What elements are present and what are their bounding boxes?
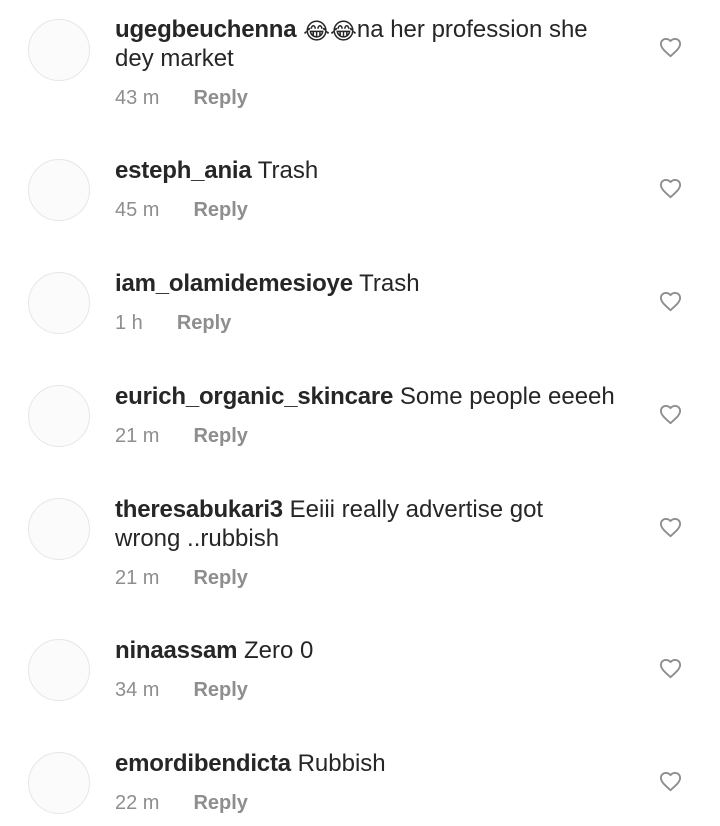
comment-username[interactable]: eurich_organic_skincare — [115, 383, 393, 410]
comment-body: eurich_organic_skincare Some people eeee… — [115, 382, 625, 411]
comment-text: Trash — [359, 270, 420, 297]
comment-meta: 45 m Reply — [115, 198, 248, 222]
comment-username[interactable]: ugegbeuchenna — [115, 16, 297, 43]
comment-time: 43 m — [115, 87, 160, 109]
avatar[interactable] — [28, 19, 90, 81]
comment-username[interactable]: esteph_ania — [115, 157, 252, 184]
comment-text: Trash — [257, 157, 319, 184]
comment-meta: 22 m Reply — [115, 791, 248, 815]
comment-time: 45 m — [115, 199, 160, 221]
reply-button[interactable]: Reply — [193, 199, 247, 221]
comment-username[interactable]: ninaassam — [115, 637, 237, 664]
heart-outline-icon[interactable] — [658, 402, 683, 425]
avatar[interactable] — [28, 272, 90, 334]
comment-emoji: 😂😂 — [303, 19, 357, 45]
comment-text: Zero 0 — [243, 637, 314, 664]
comment-body: emordibendicta Rubbish — [115, 749, 625, 778]
avatar[interactable] — [28, 159, 90, 221]
comment-meta: 21 m Reply — [115, 566, 248, 590]
comment-text: Some people eeeeh — [399, 383, 615, 410]
comment-time: 21 m — [115, 567, 160, 589]
comment-time: 1 h — [115, 312, 143, 334]
comment-meta: 34 m Reply — [115, 678, 248, 702]
reply-button[interactable]: Reply — [193, 679, 247, 701]
comment-text: Rubbish — [297, 750, 386, 777]
heart-outline-icon[interactable] — [658, 656, 683, 679]
avatar[interactable] — [28, 639, 90, 701]
reply-button[interactable]: Reply — [193, 792, 247, 814]
avatar[interactable] — [28, 385, 90, 447]
heart-outline-icon[interactable] — [658, 769, 683, 792]
heart-outline-icon[interactable] — [658, 289, 683, 312]
comment-username[interactable]: iam_olamidemesioye — [115, 270, 353, 297]
comment-body: iam_olamidemesioye Trash — [115, 269, 625, 298]
heart-outline-icon[interactable] — [658, 35, 683, 58]
comment-body: ninaassam Zero 0 — [115, 636, 625, 665]
comment-time: 21 m — [115, 425, 160, 447]
comment-username[interactable]: emordibendicta — [115, 750, 291, 777]
reply-button[interactable]: Reply — [193, 87, 247, 109]
comment-time: 22 m — [115, 792, 160, 814]
reply-button[interactable]: Reply — [177, 312, 231, 334]
avatar[interactable] — [28, 498, 90, 560]
comment-meta: 43 m Reply — [115, 86, 248, 110]
comment-body: esteph_ania Trash — [115, 156, 625, 185]
reply-button[interactable]: Reply — [193, 567, 247, 589]
comment-body: ugegbeuchenna 😂😂na her profession she de… — [115, 15, 625, 73]
heart-outline-icon[interactable] — [658, 515, 683, 538]
comment-meta: 1 h Reply — [115, 311, 231, 335]
heart-outline-icon[interactable] — [658, 176, 683, 199]
comment-meta: 21 m Reply — [115, 424, 248, 448]
comment-time: 34 m — [115, 679, 160, 701]
comment-username[interactable]: theresabukari3 — [115, 496, 283, 523]
reply-button[interactable]: Reply — [193, 425, 247, 447]
avatar[interactable] — [28, 752, 90, 814]
comment-body: theresabukari3 Eeiii really advertise go… — [115, 495, 585, 553]
